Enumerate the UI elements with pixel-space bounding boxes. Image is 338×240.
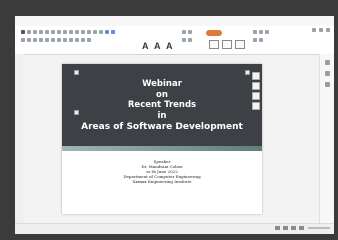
slide-quick-actions (252, 72, 260, 110)
window-controls (312, 28, 330, 32)
copy-icon[interactable] (33, 30, 37, 34)
reset-icon[interactable] (69, 30, 73, 34)
shape-fill-icon[interactable] (188, 38, 192, 42)
format-painter-icon[interactable] (39, 30, 43, 34)
align-text-icon[interactable] (81, 38, 85, 42)
quick-styles-icon[interactable] (182, 38, 186, 42)
layout-options-icon[interactable] (252, 72, 260, 80)
redo-icon[interactable] (51, 30, 55, 34)
underline-icon[interactable] (99, 30, 103, 34)
paste-icon[interactable] (21, 30, 25, 34)
menu-bar (15, 16, 334, 26)
normal-view-icon[interactable] (275, 226, 280, 230)
animation-icon[interactable] (324, 71, 330, 76)
ribbon-toolbar: A A A (15, 26, 334, 55)
reading-view-icon[interactable] (291, 226, 296, 230)
select-icon[interactable] (265, 30, 269, 34)
section-icon[interactable] (75, 30, 79, 34)
smartart-icon[interactable] (87, 38, 91, 42)
text-direction-icon[interactable] (75, 38, 79, 42)
slide-title-line[interactable]: on (62, 90, 262, 100)
active-tab-indicator[interactable] (206, 30, 222, 36)
slide-canvas[interactable]: Webinar on Recent Trends in Areas of Sof… (62, 64, 262, 214)
columns-icon[interactable] (69, 38, 73, 42)
view-buttons (275, 226, 304, 230)
clear-format-icon[interactable]: A (166, 41, 173, 51)
font-icon[interactable] (81, 30, 85, 34)
slide-title-line[interactable]: Webinar (62, 79, 262, 89)
institute[interactable]: Xxxxxx Engineering Institute (62, 179, 262, 184)
font-color-icon[interactable] (105, 30, 109, 34)
status-bar (15, 223, 334, 234)
style-options-icon[interactable] (252, 92, 260, 100)
share-icon[interactable] (312, 28, 316, 32)
arrange-icon[interactable] (188, 30, 192, 34)
slide-title-line[interactable]: Areas of Software Development (62, 122, 262, 132)
selection-handle[interactable] (245, 70, 250, 75)
align-center-icon[interactable] (51, 38, 55, 42)
slide-title-line[interactable]: Recent Trends (62, 100, 262, 110)
bullets-icon[interactable] (21, 38, 25, 42)
format-icon[interactable] (324, 82, 330, 87)
selection-handle[interactable] (74, 70, 79, 75)
replace-icon[interactable] (259, 30, 263, 34)
app-window: A A A Webinar on Recent Trends in Areas … (15, 16, 334, 234)
layout-menu-icon[interactable] (63, 30, 67, 34)
layout-option-icon[interactable] (209, 40, 219, 49)
side-toolbar (319, 54, 334, 224)
slideshow-icon[interactable] (299, 226, 304, 230)
shape-icon[interactable] (182, 30, 186, 34)
more-icon[interactable] (326, 28, 330, 32)
bold-icon[interactable] (87, 30, 91, 34)
font-grow-icon[interactable]: A (142, 41, 149, 51)
animation-options-icon[interactable] (252, 82, 260, 90)
font-shrink-icon[interactable]: A (154, 41, 161, 51)
italic-icon[interactable] (93, 30, 97, 34)
align-right-icon[interactable] (57, 38, 61, 42)
designer-icon[interactable] (259, 38, 263, 42)
find-icon[interactable] (253, 30, 257, 34)
clipboard-group (21, 30, 115, 48)
thumbnail-pane[interactable] (15, 54, 23, 224)
zoom-slider-icon[interactable] (308, 227, 330, 229)
slide-sorter-icon[interactable] (283, 226, 288, 230)
slide-accent-stripe (62, 146, 262, 151)
justify-icon[interactable] (63, 38, 67, 42)
highlight-icon[interactable] (111, 30, 115, 34)
filter-options-icon[interactable] (252, 102, 260, 110)
drawing-group (182, 30, 192, 48)
new-slide-icon[interactable] (57, 30, 61, 34)
indent-icon[interactable] (33, 38, 37, 42)
outdent-icon[interactable] (39, 38, 43, 42)
editing-group (253, 30, 269, 48)
layout-option-icon[interactable] (222, 40, 232, 49)
undo-icon[interactable] (45, 30, 49, 34)
align-left-icon[interactable] (45, 38, 49, 42)
slide-title-line[interactable]: in (62, 111, 262, 121)
numbering-icon[interactable] (27, 38, 31, 42)
comments-icon[interactable] (319, 28, 323, 32)
selection-handle[interactable] (74, 110, 79, 115)
cut-icon[interactable] (27, 30, 31, 34)
design-ideas-icon[interactable] (324, 60, 330, 65)
dictate-icon[interactable] (253, 38, 257, 42)
layout-option-icon[interactable] (235, 40, 245, 49)
